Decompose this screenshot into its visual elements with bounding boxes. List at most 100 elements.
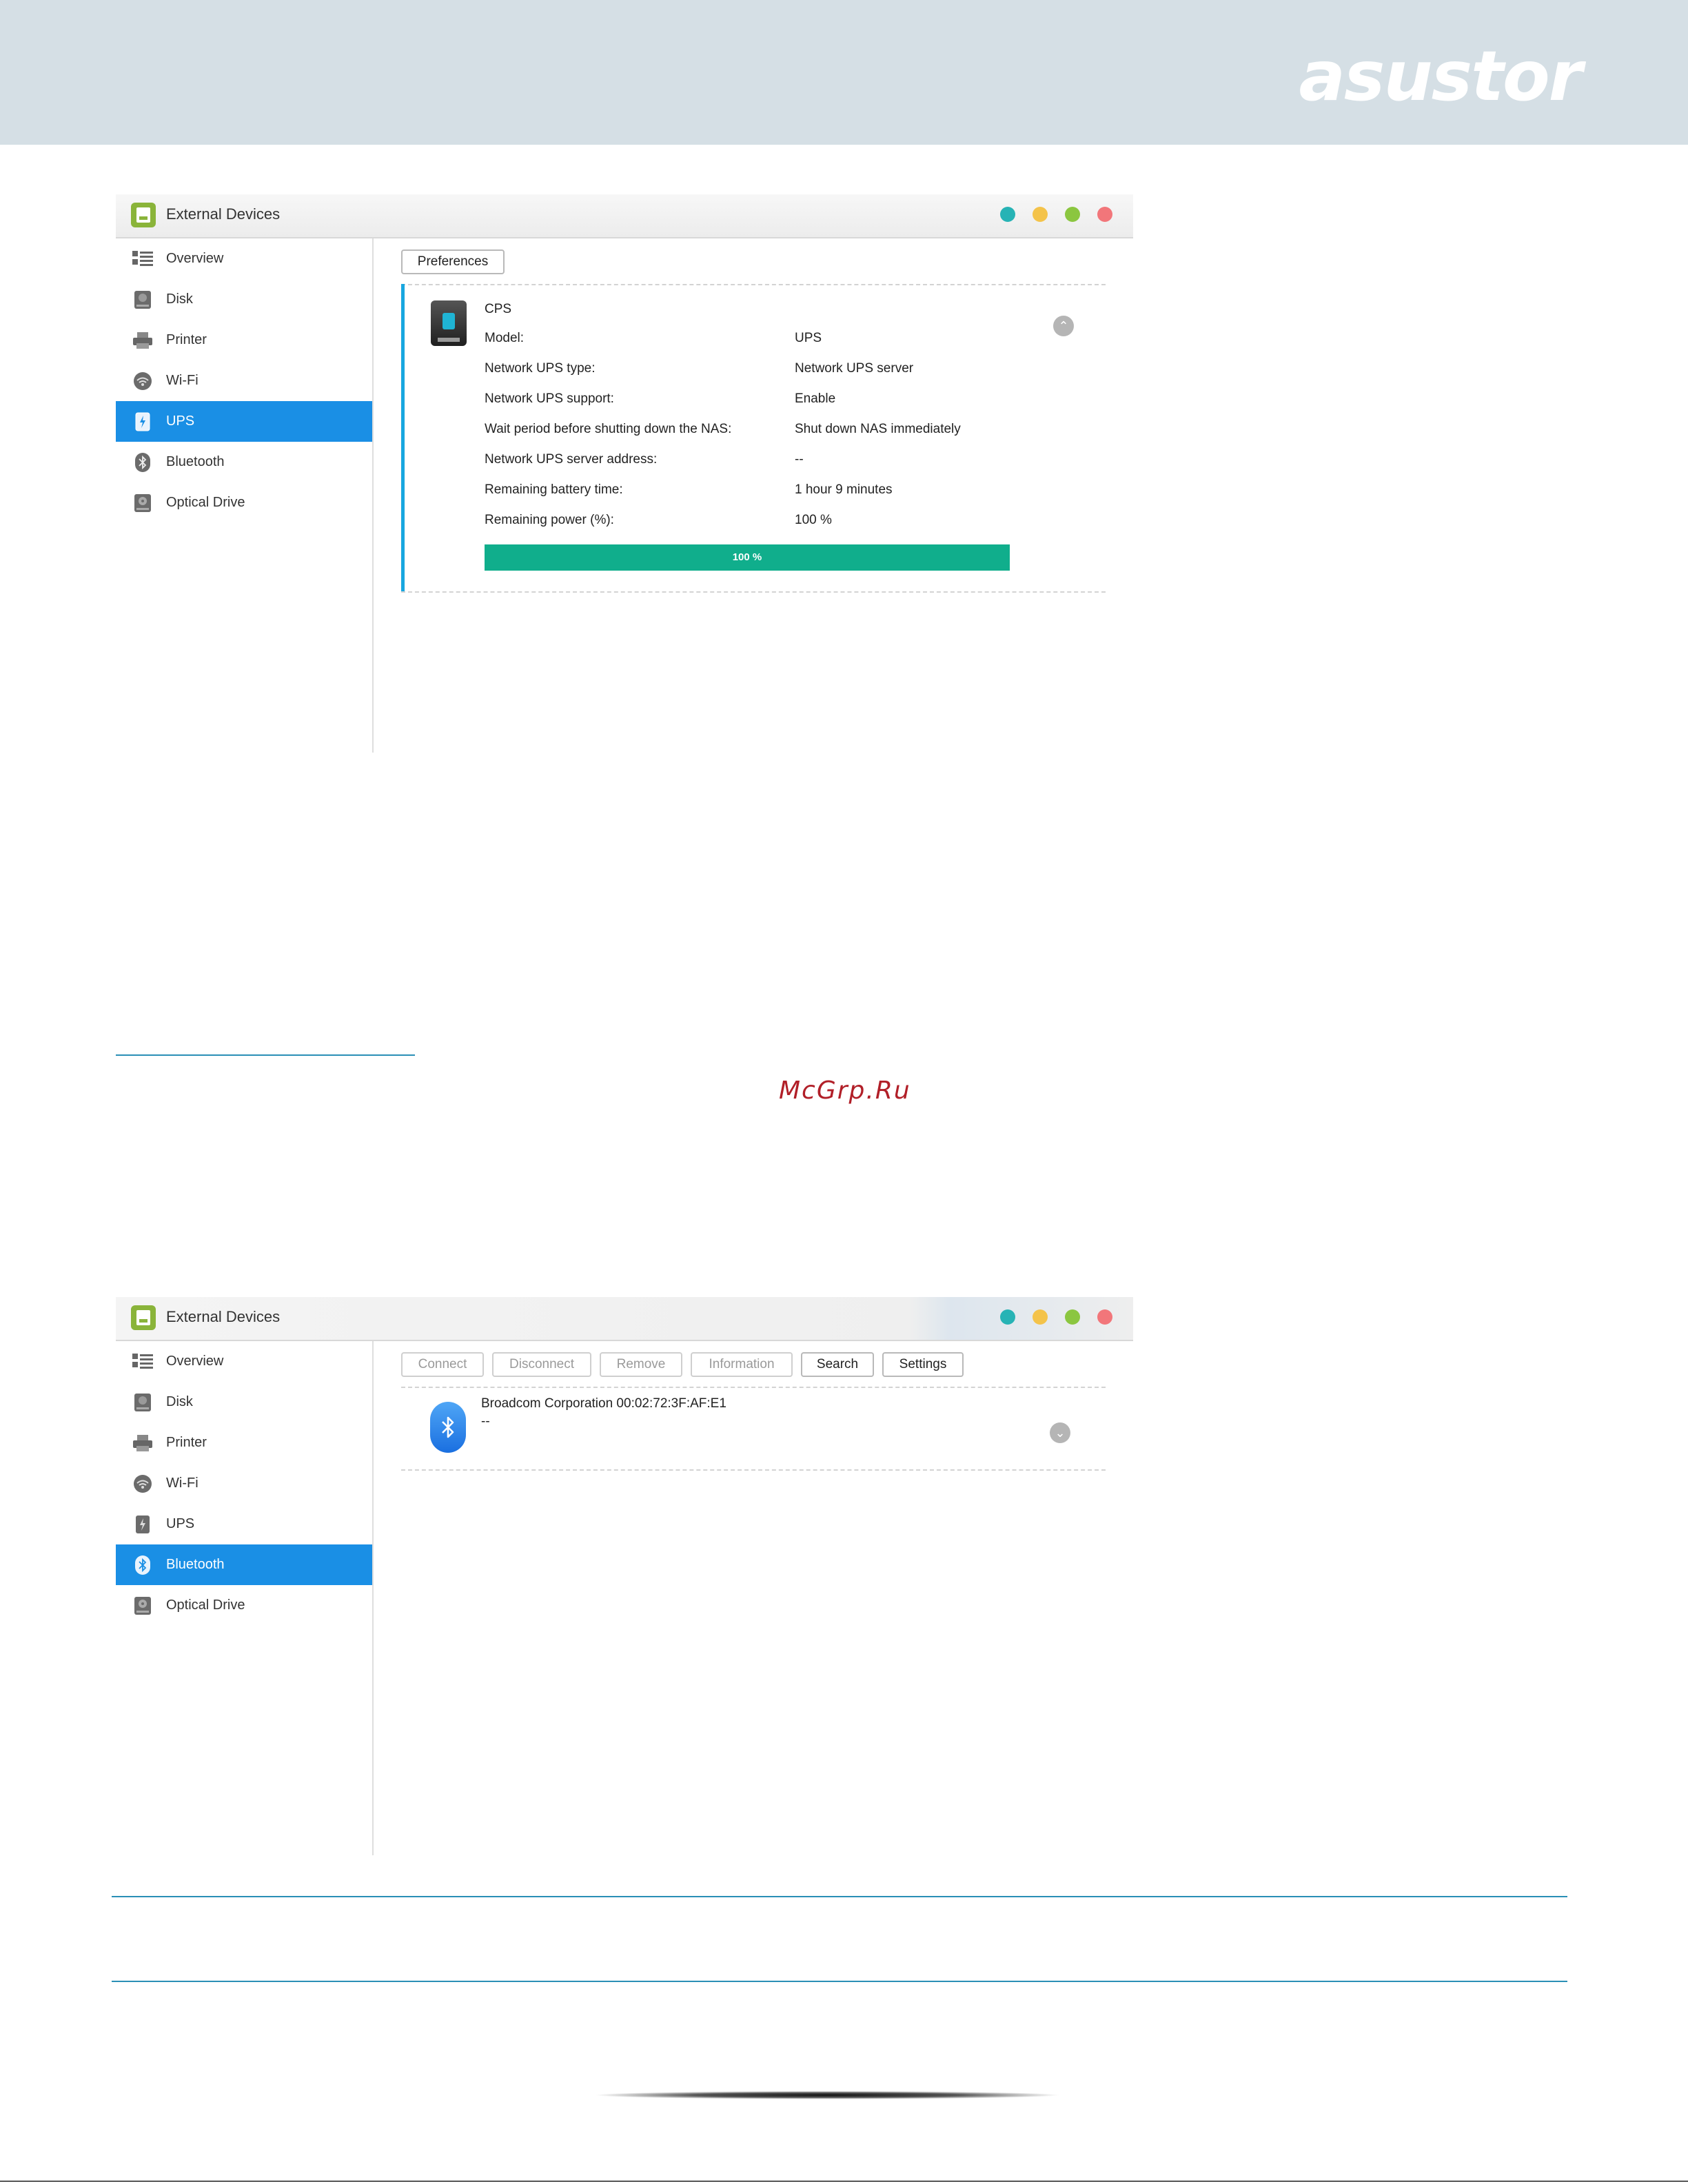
sidebar-item-label: Bluetooth — [166, 454, 225, 469]
network-ups-support-label: Network UPS support: — [485, 391, 614, 406]
watermark: McGrp.Ru — [779, 1076, 911, 1105]
sidebar-item-optical-drive[interactable]: Optical Drive — [116, 482, 372, 523]
main-content: Preferences CPS ⌃ Model: UPS Network UPS… — [374, 238, 1133, 753]
window-minimize-button[interactable] — [1000, 1309, 1015, 1325]
wifi-icon — [132, 1474, 153, 1493]
remaining-battery-time-label: Remaining battery time: — [485, 482, 623, 497]
asustor-logo: asustor — [1299, 36, 1583, 116]
sidebar-item-overview[interactable]: Overview — [116, 238, 372, 279]
bluetooth-device-icon — [430, 1402, 466, 1453]
optical-drive-icon — [132, 493, 153, 513]
divider — [401, 1469, 1106, 1471]
sidebar-item-label: Wi-Fi — [166, 1476, 199, 1491]
external-devices-app-icon — [131, 203, 156, 227]
sidebar-item-wifi[interactable]: Wi-Fi — [116, 1463, 372, 1504]
sidebar-item-bluetooth[interactable]: Bluetooth — [116, 442, 372, 482]
settings-button[interactable]: Settings — [882, 1352, 964, 1377]
remaining-power-value: 100 % — [795, 513, 832, 527]
model-label: Model: — [485, 331, 525, 345]
collapse-chevron-up-icon[interactable]: ⌃ — [1053, 316, 1074, 336]
sidebar-item-label: Disk — [166, 1394, 193, 1409]
printer-icon — [132, 1433, 153, 1453]
window-title: External Devices — [166, 1308, 281, 1325]
sidebar: Overview Disk Printer Wi-Fi UPS Bluetoot… — [116, 238, 374, 753]
bluetooth-icon — [132, 1555, 153, 1575]
sidebar-item-label: Overview — [166, 1354, 224, 1369]
optical-drive-icon — [132, 1596, 153, 1615]
window-maximize-button[interactable] — [1065, 1309, 1080, 1325]
ups-icon — [132, 1515, 153, 1534]
bluetooth-device-name: Broadcom Corporation 00:02:72:3F:AF:E1 — [481, 1396, 726, 1411]
window-maximize-button[interactable] — [1065, 207, 1080, 222]
network-ups-type-label: Network UPS type: — [485, 361, 596, 376]
page-bottom-line — [0, 2181, 1688, 2182]
progress-label: 100 % — [732, 551, 762, 563]
remaining-battery-time-value: 1 hour 9 minutes — [795, 482, 893, 497]
overview-icon — [132, 249, 153, 269]
wait-period-value: Shut down NAS immediately — [795, 422, 961, 436]
connect-button[interactable]: Connect — [401, 1352, 484, 1377]
ups-icon — [132, 412, 153, 431]
main-content: Connect Disconnect Remove Information Se… — [374, 1341, 1133, 1855]
wait-period-label: Wait period before shutting down the NAS… — [485, 422, 732, 436]
network-ups-type-value: Network UPS server — [795, 361, 914, 376]
sidebar-item-bluetooth[interactable]: Bluetooth — [116, 1544, 372, 1585]
note-box-bottom-border — [112, 1981, 1567, 1982]
expand-chevron-down-icon[interactable]: ⌄ — [1050, 1422, 1070, 1443]
sidebar: Overview Disk Printer Wi-Fi UPS Bluetoot… — [116, 1341, 374, 1855]
ups-device-card: CPS ⌃ Model: UPS Network UPS type: Netwo… — [401, 284, 1109, 591]
window-close-button[interactable] — [1097, 1309, 1112, 1325]
sidebar-item-ups[interactable]: UPS — [116, 401, 372, 442]
sidebar-item-ups[interactable]: UPS — [116, 1504, 372, 1544]
bluetooth-device-status: -- — [481, 1414, 490, 1429]
sidebar-item-overview[interactable]: Overview — [116, 1341, 372, 1382]
information-button[interactable]: Information — [691, 1352, 793, 1377]
sidebar-item-label: Optical Drive — [166, 495, 245, 510]
wifi-icon — [132, 371, 153, 391]
header-band: asustor — [0, 0, 1688, 145]
model-value: UPS — [795, 331, 822, 345]
external-devices-window-ups: External Devices Overview Disk Printer W… — [116, 194, 1133, 753]
window-titlebar: External Devices — [116, 1297, 1133, 1341]
sidebar-item-optical-drive[interactable]: Optical Drive — [116, 1585, 372, 1626]
external-devices-window-bluetooth: External Devices Overview Disk Printer W… — [116, 1297, 1133, 1855]
sidebar-item-label: Optical Drive — [166, 1598, 245, 1613]
decorative-swoosh — [593, 2091, 1061, 2099]
window-close-button[interactable] — [1097, 207, 1112, 222]
bluetooth-icon — [132, 452, 153, 472]
window-titlebar: External Devices — [116, 194, 1133, 238]
sidebar-item-printer[interactable]: Printer — [116, 320, 372, 360]
disconnect-button[interactable]: Disconnect — [492, 1352, 591, 1377]
external-devices-app-icon — [131, 1305, 156, 1330]
window-restore-button[interactable] — [1033, 1309, 1048, 1325]
sidebar-item-label: Printer — [166, 332, 207, 347]
disk-icon — [132, 1393, 153, 1412]
server-address-label: Network UPS server address: — [485, 452, 658, 467]
server-address-value: -- — [795, 452, 804, 467]
network-ups-support-value: Enable — [795, 391, 836, 406]
overview-icon — [132, 1352, 153, 1371]
ups-device-icon — [431, 300, 467, 346]
sidebar-item-label: UPS — [166, 414, 195, 429]
window-restore-button[interactable] — [1033, 207, 1048, 222]
bluetooth-device-row[interactable]: Broadcom Corporation 00:02:72:3F:AF:E1 -… — [401, 1388, 1106, 1469]
sidebar-item-printer[interactable]: Printer — [116, 1422, 372, 1463]
sidebar-item-wifi[interactable]: Wi-Fi — [116, 360, 372, 401]
section-divider — [116, 1054, 415, 1056]
note-box-top-border — [112, 1896, 1567, 1897]
preferences-button[interactable]: Preferences — [401, 249, 505, 274]
remaining-power-label: Remaining power (%): — [485, 513, 614, 527]
sidebar-item-label: UPS — [166, 1516, 195, 1531]
sidebar-item-label: Disk — [166, 292, 193, 307]
sidebar-item-disk[interactable]: Disk — [116, 279, 372, 320]
remove-button[interactable]: Remove — [600, 1352, 682, 1377]
printer-icon — [132, 331, 153, 350]
window-minimize-button[interactable] — [1000, 207, 1015, 222]
sidebar-item-label: Overview — [166, 251, 224, 266]
sidebar-item-label: Bluetooth — [166, 1557, 225, 1572]
disk-icon — [132, 290, 153, 309]
sidebar-item-disk[interactable]: Disk — [116, 1382, 372, 1422]
divider — [401, 591, 1106, 593]
search-button[interactable]: Search — [801, 1352, 874, 1377]
remaining-power-progress-bar: 100 % — [485, 544, 1010, 571]
